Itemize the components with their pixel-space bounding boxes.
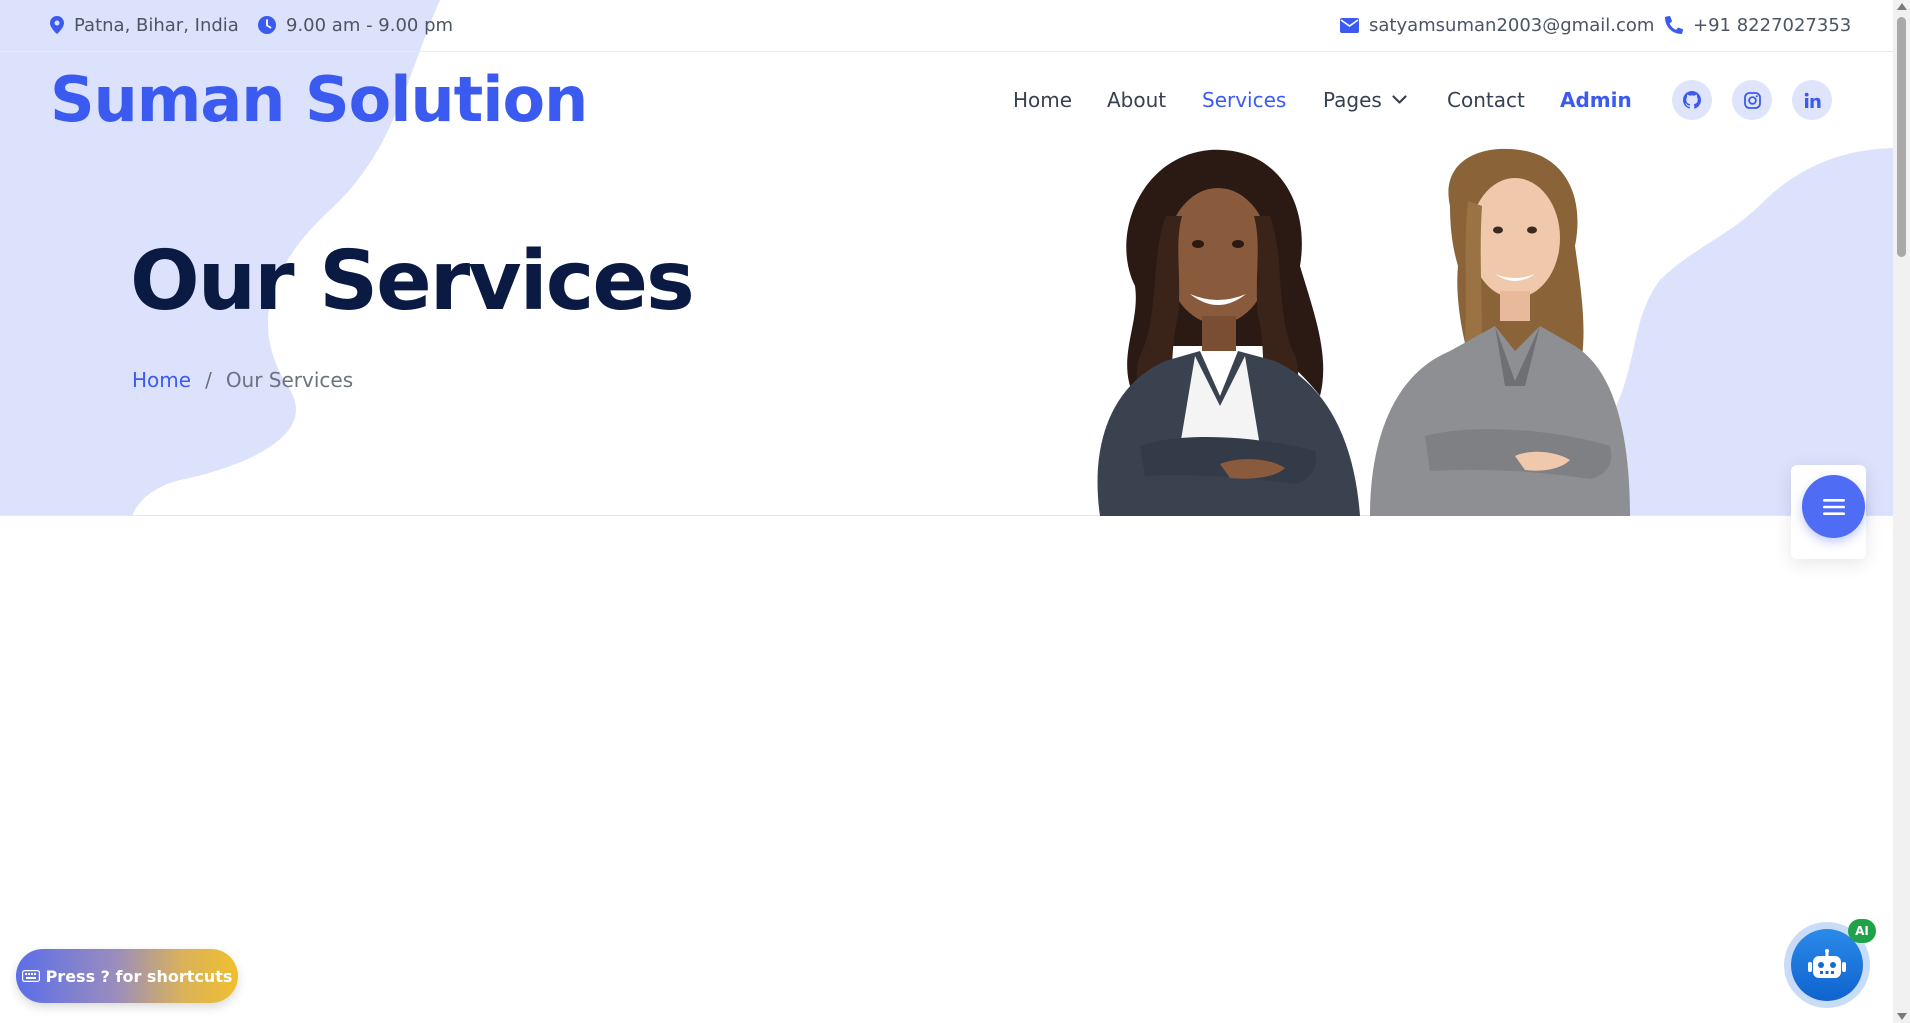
hours-text: 9.00 am - 9.00 pm [286, 14, 454, 36]
scroll-up-arrow[interactable] [1897, 3, 1907, 10]
chevron-down-icon [1392, 95, 1407, 104]
instagram-icon [1743, 91, 1761, 109]
nav-pages-dropdown[interactable]: Pages [1323, 86, 1407, 114]
hamburger-icon [1822, 498, 1845, 515]
hours-info: 9.00 am - 9.00 pm [258, 0, 453, 50]
instagram-button[interactable] [1732, 80, 1772, 120]
ai-badge: AI [1848, 919, 1876, 943]
shortcuts-hint-button[interactable]: Press ? for shortcuts [16, 949, 238, 1003]
page-viewport: Patna, Bihar, India 9.00 am - 9.00 pm sa… [0, 0, 1893, 1023]
breadcrumb: Home / Our Services [132, 366, 353, 394]
email-info[interactable]: satyamsuman2003@gmail.com [1340, 0, 1654, 50]
clock-icon [258, 16, 276, 34]
location-text: Patna, Bihar, India [74, 14, 239, 36]
nav-admin[interactable]: Admin [1560, 86, 1632, 114]
nav-about[interactable]: About [1107, 86, 1166, 114]
nav-services[interactable]: Services [1202, 86, 1286, 114]
phone-text[interactable]: +91 8227027353 [1693, 15, 1851, 36]
breadcrumb-home-link[interactable]: Home [132, 366, 191, 394]
email-text[interactable]: satyamsuman2003@gmail.com [1369, 15, 1654, 36]
nav-contact[interactable]: Contact [1447, 86, 1525, 114]
linkedin-icon [1804, 92, 1820, 108]
breadcrumb-separator: / [205, 368, 212, 392]
github-button[interactable] [1672, 80, 1712, 120]
breadcrumb-current: Our Services [225, 368, 354, 392]
map-pin-icon [50, 16, 64, 34]
floating-menu-button[interactable] [1802, 475, 1865, 538]
robot-icon [1808, 949, 1846, 978]
phone-icon [1665, 16, 1683, 34]
keyboard-icon [21, 970, 40, 982]
nav-pages-label: Pages [1323, 88, 1382, 112]
page-title: Our Services [130, 234, 695, 329]
scrollbar-thumb[interactable] [1897, 17, 1906, 257]
brand-logo[interactable]: Suman Solution [50, 62, 588, 138]
github-icon [1683, 91, 1701, 109]
hero-people-image [1097, 148, 1630, 516]
nav-home[interactable]: Home [1013, 86, 1072, 114]
location-info: Patna, Bihar, India [50, 0, 239, 50]
shortcuts-hint-text: Press ? for shortcuts [45, 966, 233, 986]
envelope-icon [1340, 17, 1359, 33]
linkedin-button[interactable] [1792, 80, 1832, 120]
top-info-bar: Patna, Bihar, India 9.00 am - 9.00 pm sa… [0, 0, 1893, 52]
scroll-down-arrow[interactable] [1897, 1013, 1907, 1020]
phone-info[interactable]: +91 8227027353 [1665, 0, 1851, 50]
